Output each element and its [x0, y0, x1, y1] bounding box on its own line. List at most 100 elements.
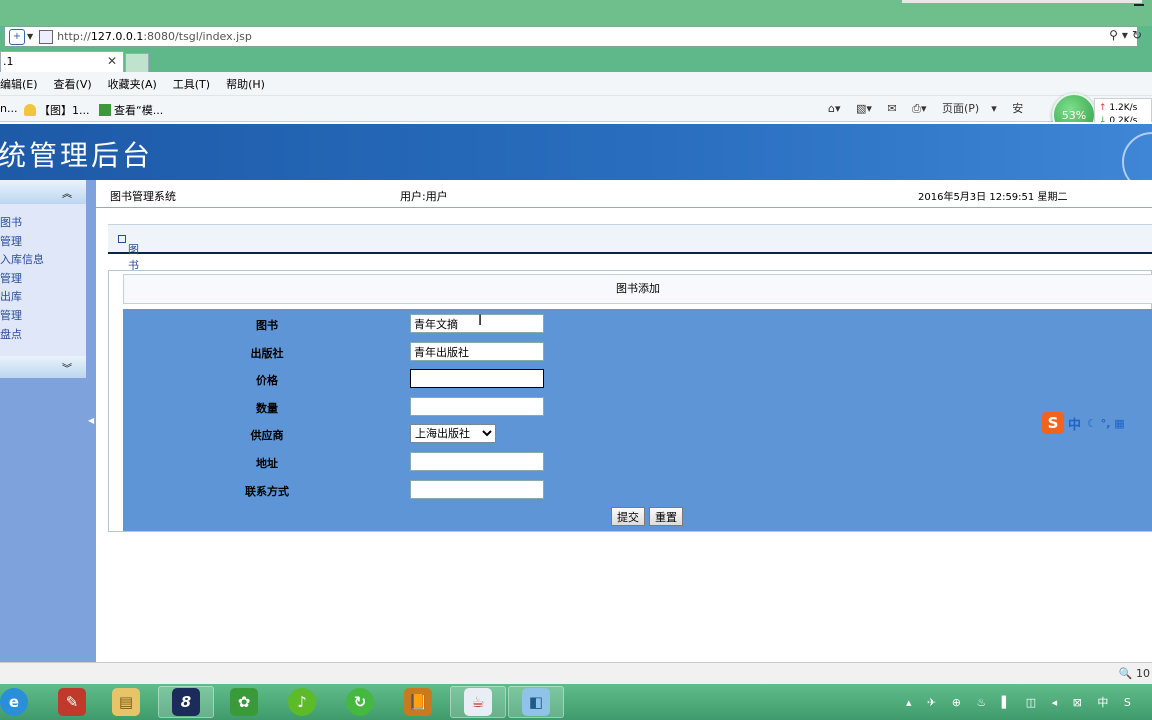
print-icon[interactable]: ⎙▾ [912, 102, 926, 115]
url-rest: :8080/tsgl/index.jsp [143, 30, 252, 43]
taskbar-eclipse[interactable]: 8 [158, 686, 214, 718]
taskbar-editor[interactable]: ◧ [508, 686, 564, 718]
command-bar: ⌂▾ ▧▾ ✉ ⎙▾ 页面(P) ▾ 安 [828, 100, 1035, 116]
address-label: 地址 [256, 457, 278, 470]
quantity-input[interactable] [410, 397, 544, 416]
price-input[interactable] [410, 369, 544, 388]
chevron-down-icon[interactable]: ▾ [991, 102, 997, 115]
price-label: 价格 [256, 374, 278, 387]
status-bar: 🔍 10 [0, 662, 1152, 684]
address-tools: ⚲▾↻ [1109, 28, 1146, 42]
mail-icon[interactable]: ✉ [887, 102, 896, 115]
book-icon: 📙 [404, 688, 432, 716]
zoom-level[interactable]: 🔍 10 [1119, 667, 1150, 680]
ie-icon: e [0, 688, 28, 716]
sidebar-header[interactable]: ︽ [0, 180, 86, 204]
address-input[interactable] [410, 452, 544, 471]
chevron-down-icon[interactable]: ▾ [1122, 28, 1132, 42]
refresh-icon[interactable]: ↻ [1132, 28, 1146, 42]
sidebar-item[interactable]: 出库 [0, 288, 86, 307]
address-url[interactable]: http://127.0.0.1:8080/tsgl/index.jsp [57, 30, 252, 43]
menu-favorites[interactable]: 收藏夹(A) [108, 76, 157, 92]
menu-tools[interactable]: 工具(T) [173, 76, 210, 92]
taskbar-notes[interactable]: ✎ [44, 686, 100, 718]
sidebar-item[interactable]: 盘点 [0, 326, 86, 345]
favorite-item[interactable]: n... [0, 102, 17, 115]
sidebar-item[interactable]: 管理 [0, 270, 86, 289]
url-prefix: http:// [57, 30, 91, 43]
menu-edit[interactable]: 编辑(E) [0, 76, 38, 92]
reset-button[interactable]: 重置 [649, 507, 683, 526]
section-icon [118, 235, 126, 243]
sidebar-item[interactable]: 管理 [0, 307, 86, 326]
form-frame: 图书添加 图书 出版社 价格 数量 [108, 270, 1152, 532]
banner-swoosh [1122, 132, 1152, 180]
favorites-bar: n... 【图】1... 查看“模... ⌂▾ ▧▾ ✉ ⎙▾ 页面(P) ▾ 安 [0, 96, 1152, 122]
taskbar-music[interactable]: ♪ [274, 686, 330, 718]
submit-button[interactable]: 提交 [611, 507, 645, 526]
zoom-icon: 🔍 [1118, 667, 1133, 680]
book-label: 图书 [256, 319, 278, 332]
current-user: 用户:用户 [400, 190, 448, 203]
address-bar[interactable]: + ▼ http://127.0.0.1:8080/tsgl/index.jsp [4, 26, 1138, 47]
favorite-item[interactable]: 【图】1... [24, 102, 90, 118]
contact-input[interactable] [410, 480, 544, 499]
supplier-label: 供应商 [250, 429, 284, 442]
taskbar-ie[interactable]: e [0, 686, 42, 718]
taskbar-explorer[interactable]: ▤ [98, 686, 154, 718]
expand-down-icon[interactable]: ︾ [62, 360, 72, 375]
quantity-label: 数量 [256, 402, 278, 415]
home-icon[interactable]: ⌂▾ [828, 102, 841, 115]
feeds-icon[interactable]: ▧▾ [856, 102, 872, 115]
form-buttons: 提交 重置 [611, 507, 687, 526]
info-bar: 图书管理系统 用户:用户 2016年5月3日 12:59:51 星期二 [96, 180, 1152, 208]
clover-icon: ✿ [230, 688, 258, 716]
menu-view[interactable]: 查看(V) [54, 76, 92, 92]
compat-nav-icon[interactable]: + [9, 28, 25, 45]
new-tab-button[interactable] [125, 53, 149, 72]
menu-help[interactable]: 帮助(H) [226, 76, 265, 92]
notepad-icon: ◧ [522, 688, 550, 716]
banner-title: 统管理后台 [0, 139, 154, 172]
taskbar-reader[interactable]: 📙 [390, 686, 446, 718]
form-row-address: 地址 [123, 451, 1152, 473]
datetime: 2016年5月3日 12:59:51 星期二 [918, 192, 1068, 203]
publisher-input[interactable] [410, 342, 544, 361]
page-menu[interactable]: 页面(P) [942, 102, 979, 115]
upload-arrow-icon: ↑ [1099, 103, 1107, 113]
favorite-item[interactable]: 查看“模... [99, 102, 163, 118]
taskbar-app-green[interactable]: ✿ [216, 686, 272, 718]
tab-active[interactable]: .1 ✕ [0, 51, 124, 72]
address-bar-row: + ▼ http://127.0.0.1:8080/tsgl/index.jsp… [0, 26, 1152, 48]
sidebar-item[interactable]: 管理 [0, 233, 86, 252]
sidebar-menu: 图书 管理 入库信息 管理 出库 管理 盘点 [0, 204, 86, 356]
sidebar-item[interactable]: 入库信息 [0, 251, 86, 270]
ime-mode[interactable]: 中 [1068, 414, 1081, 433]
collapse-up-icon[interactable]: ︽ [62, 185, 72, 200]
book-input[interactable] [410, 314, 544, 333]
taskbar-java[interactable]: ☕ [450, 686, 506, 718]
eight-app-icon: 8 [172, 688, 200, 716]
contact-label: 联系方式 [245, 485, 289, 498]
safety-menu[interactable]: 安 [1012, 102, 1023, 115]
page-icon [39, 29, 54, 44]
book-add-form: 图书 出版社 价格 数量 供应商 上海出版社 [123, 309, 1152, 531]
notebook-icon: ✎ [58, 688, 86, 716]
form-row-contact: 联系方式 [123, 479, 1152, 501]
favorite-item-label: 【图】1... [39, 104, 90, 117]
sidebar-footer[interactable]: ︾ [0, 356, 86, 378]
search-icon[interactable]: ⚲ [1109, 28, 1122, 42]
taskbar-browser[interactable]: ↻ [332, 686, 388, 718]
sheet-icon [99, 104, 111, 116]
sidebar-item[interactable]: 图书 [0, 214, 86, 233]
close-icon[interactable]: ✕ [107, 54, 117, 68]
supplier-select[interactable]: 上海出版社 [410, 424, 496, 443]
tab-row: .1 ✕ [0, 48, 1152, 72]
chevron-down-icon[interactable]: ▼ [27, 32, 33, 41]
minimize-button[interactable] [1134, 4, 1144, 6]
ime-toolbar[interactable]: S 中 ☾ °, ▦ [1042, 412, 1152, 434]
ime-extras[interactable]: ☾ °, ▦ [1087, 417, 1125, 430]
text-cursor-icon: I [478, 313, 483, 329]
sidebar-toggle-icon[interactable]: ◀ [88, 416, 94, 425]
system-tray[interactable]: ▴ ✈ ⊕ ♨ ▌ ◫ ◂ ⊠ 中 S [906, 694, 1137, 710]
